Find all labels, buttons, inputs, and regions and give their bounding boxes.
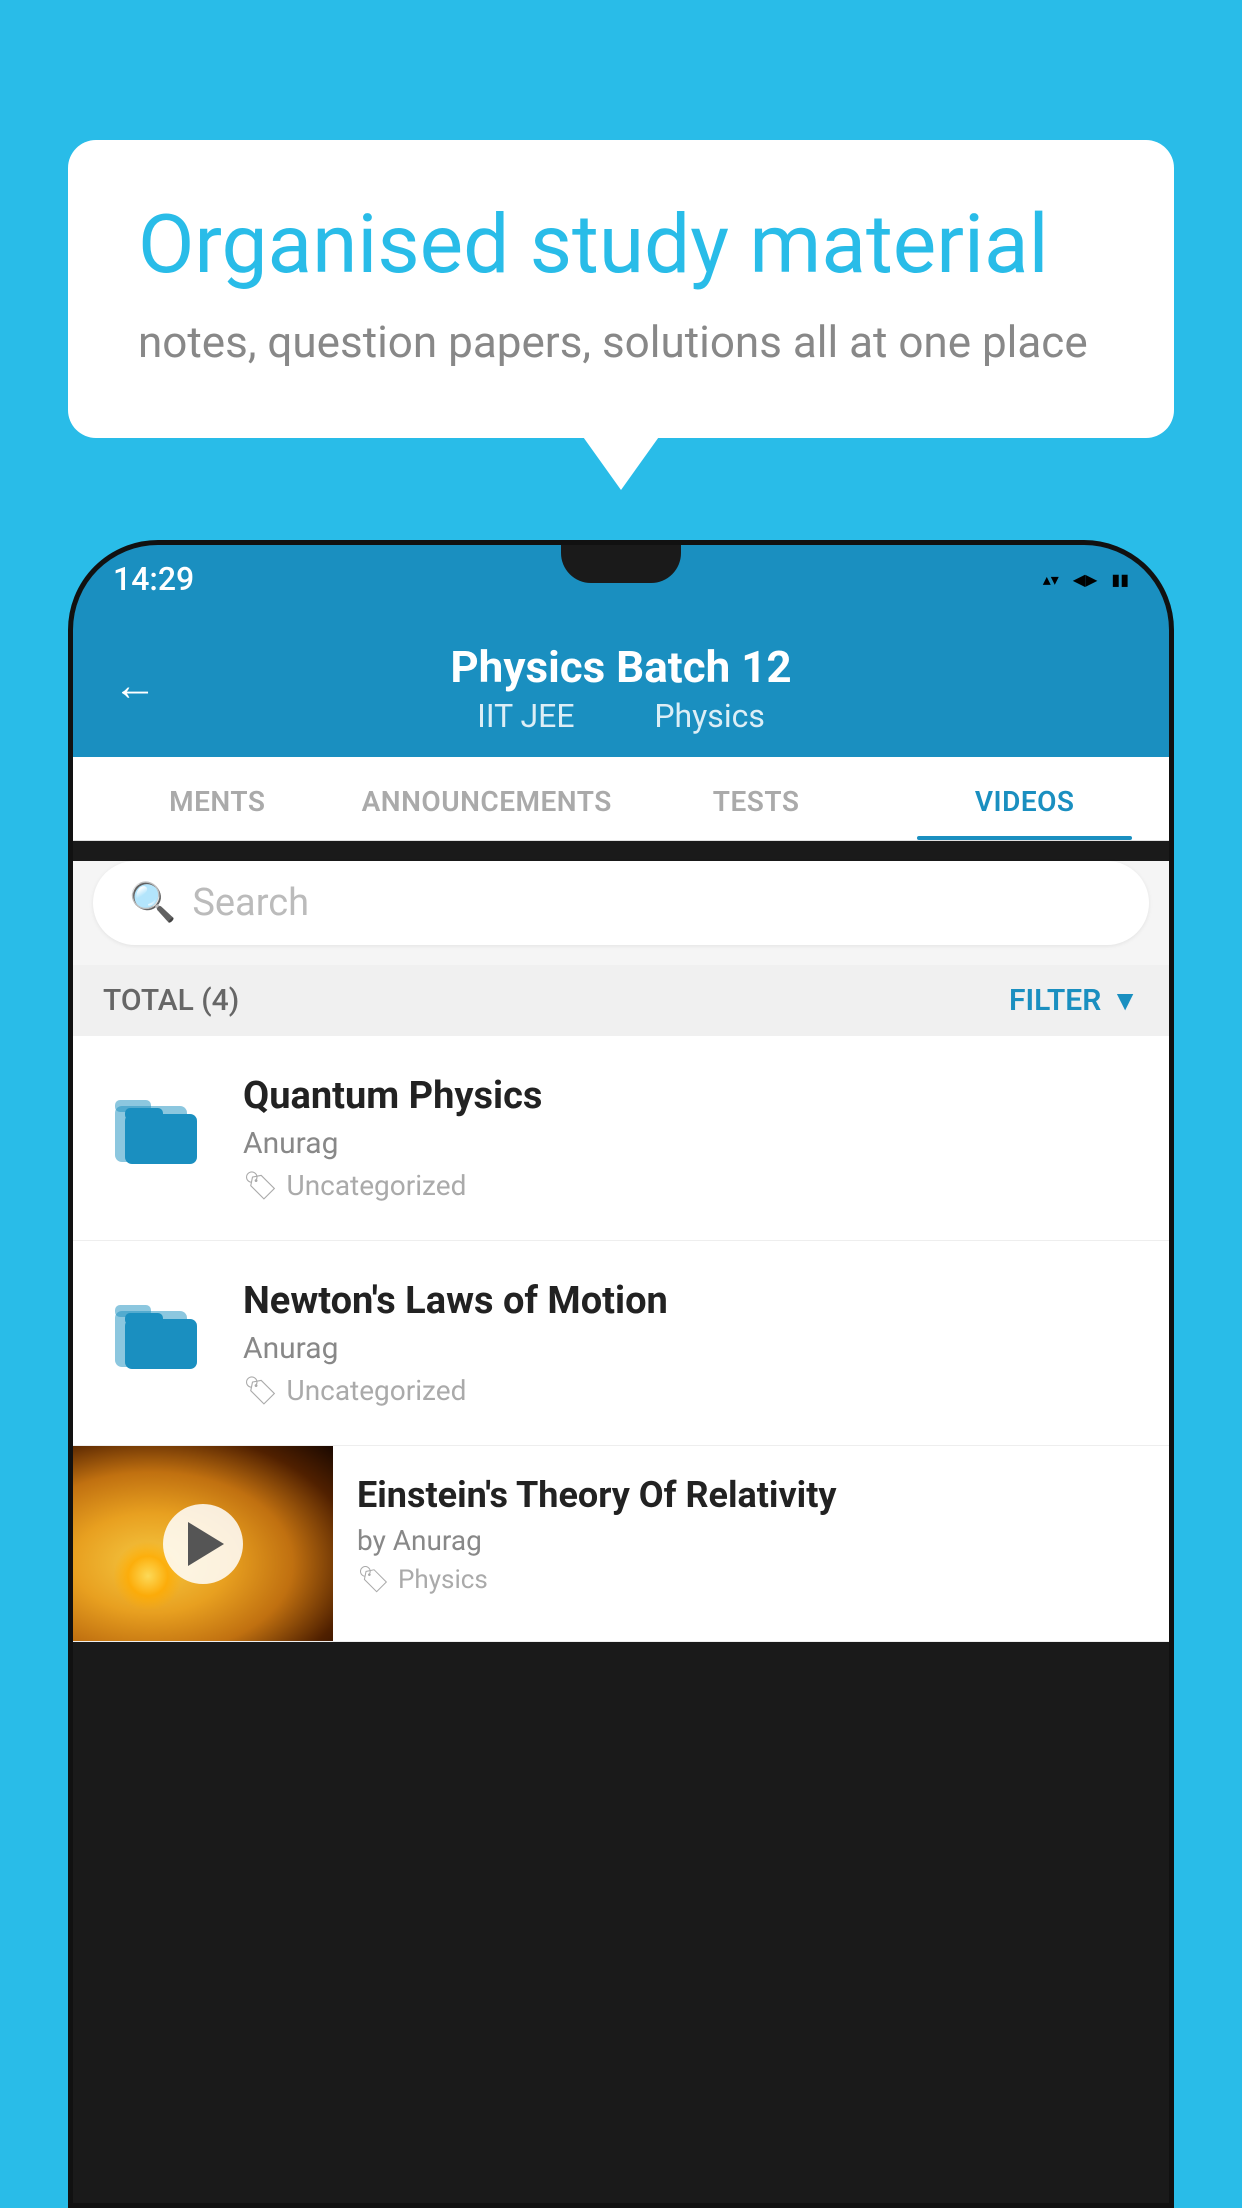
search-bar[interactable]: 🔍 Search (93, 861, 1149, 945)
header-title: Physics Batch 12 (450, 641, 791, 693)
tag-icon: 🏷 (357, 1565, 390, 1595)
subtitle-physics: Physics (654, 697, 765, 735)
header-subtitle: IIT JEE Physics (463, 697, 779, 735)
video-tag: 🏷 Physics (357, 1565, 1145, 1595)
status-time: 14:29 (113, 560, 194, 598)
video-author: Anurag (243, 1331, 1139, 1366)
folder-icon (113, 1084, 203, 1174)
subtitle-iit: IIT JEE (477, 697, 574, 735)
phone-frame: 14:29 ▴▾ ◀▶ ▮▮ ← Physics Batch 12 IIT JE… (68, 540, 1174, 2208)
video-author: by Anurag (357, 1524, 1145, 1557)
wifi-icon: ▴▾ (1043, 570, 1059, 589)
filter-icon: ▼ (1111, 984, 1139, 1017)
filter-row: TOTAL (4) FILTER ▼ (73, 965, 1169, 1036)
bubble-subtitle: notes, question papers, solutions all at… (138, 316, 1104, 368)
tab-ments[interactable]: MENTS (83, 757, 352, 840)
video-author: Anurag (243, 1126, 1139, 1161)
folder-icon (113, 1289, 203, 1379)
tab-videos[interactable]: VIDEOS (890, 757, 1159, 840)
search-placeholder: Search (192, 881, 309, 925)
tab-tests[interactable]: TESTS (622, 757, 891, 840)
speech-bubble: Organised study material notes, question… (68, 140, 1174, 438)
notch (561, 545, 681, 583)
tabs-bar: MENTS ANNOUNCEMENTS TESTS VIDEOS (73, 757, 1169, 841)
video-title: Newton's Laws of Motion (243, 1279, 1139, 1323)
video-tag: 🏷 Uncategorized (243, 1374, 1139, 1407)
filter-label: FILTER (1009, 983, 1101, 1018)
list-item[interactable]: Quantum Physics Anurag 🏷 Uncategorized (73, 1036, 1169, 1241)
video-tag: 🏷 Uncategorized (243, 1169, 1139, 1202)
content-area: 🔍 Search TOTAL (4) FILTER ▼ (73, 861, 1169, 1642)
video-thumbnail (73, 1446, 333, 1641)
tag-icon: 🏷 (243, 1169, 279, 1202)
app-header: ← Physics Batch 12 IIT JEE Physics (73, 613, 1169, 757)
video-info: Einstein's Theory Of Relativity by Anura… (333, 1446, 1169, 1623)
filter-button[interactable]: FILTER ▼ (1009, 983, 1139, 1018)
video-list: Quantum Physics Anurag 🏷 Uncategorized (73, 1036, 1169, 1642)
subtitle-separator (610, 697, 626, 735)
play-button[interactable] (163, 1504, 243, 1584)
search-icon: 🔍 (129, 881, 176, 925)
video-title: Quantum Physics (243, 1074, 1139, 1118)
tab-announcements[interactable]: ANNOUNCEMENTS (352, 757, 622, 840)
status-icons: ▴▾ ◀▶ ▮▮ (1043, 570, 1129, 589)
video-title: Einstein's Theory Of Relativity (357, 1474, 1145, 1516)
list-item[interactable]: Einstein's Theory Of Relativity by Anura… (73, 1446, 1169, 1642)
play-triangle-icon (188, 1522, 224, 1566)
video-info: Quantum Physics Anurag 🏷 Uncategorized (243, 1074, 1139, 1202)
total-label: TOTAL (4) (103, 983, 239, 1018)
back-button[interactable]: ← (113, 659, 157, 711)
battery-icon: ▮▮ (1111, 570, 1129, 589)
bubble-title: Organised study material (138, 200, 1104, 290)
list-item[interactable]: Newton's Laws of Motion Anurag 🏷 Uncateg… (73, 1241, 1169, 1446)
signal-icon: ◀▶ (1073, 570, 1098, 589)
video-info: Newton's Laws of Motion Anurag 🏷 Uncateg… (243, 1279, 1139, 1407)
status-bar: 14:29 ▴▾ ◀▶ ▮▮ (73, 545, 1169, 613)
folder-thumbnail (103, 1279, 213, 1389)
folder-thumbnail (103, 1074, 213, 1184)
tag-icon: 🏷 (243, 1374, 279, 1407)
speech-bubble-wrapper: Organised study material notes, question… (68, 140, 1174, 438)
